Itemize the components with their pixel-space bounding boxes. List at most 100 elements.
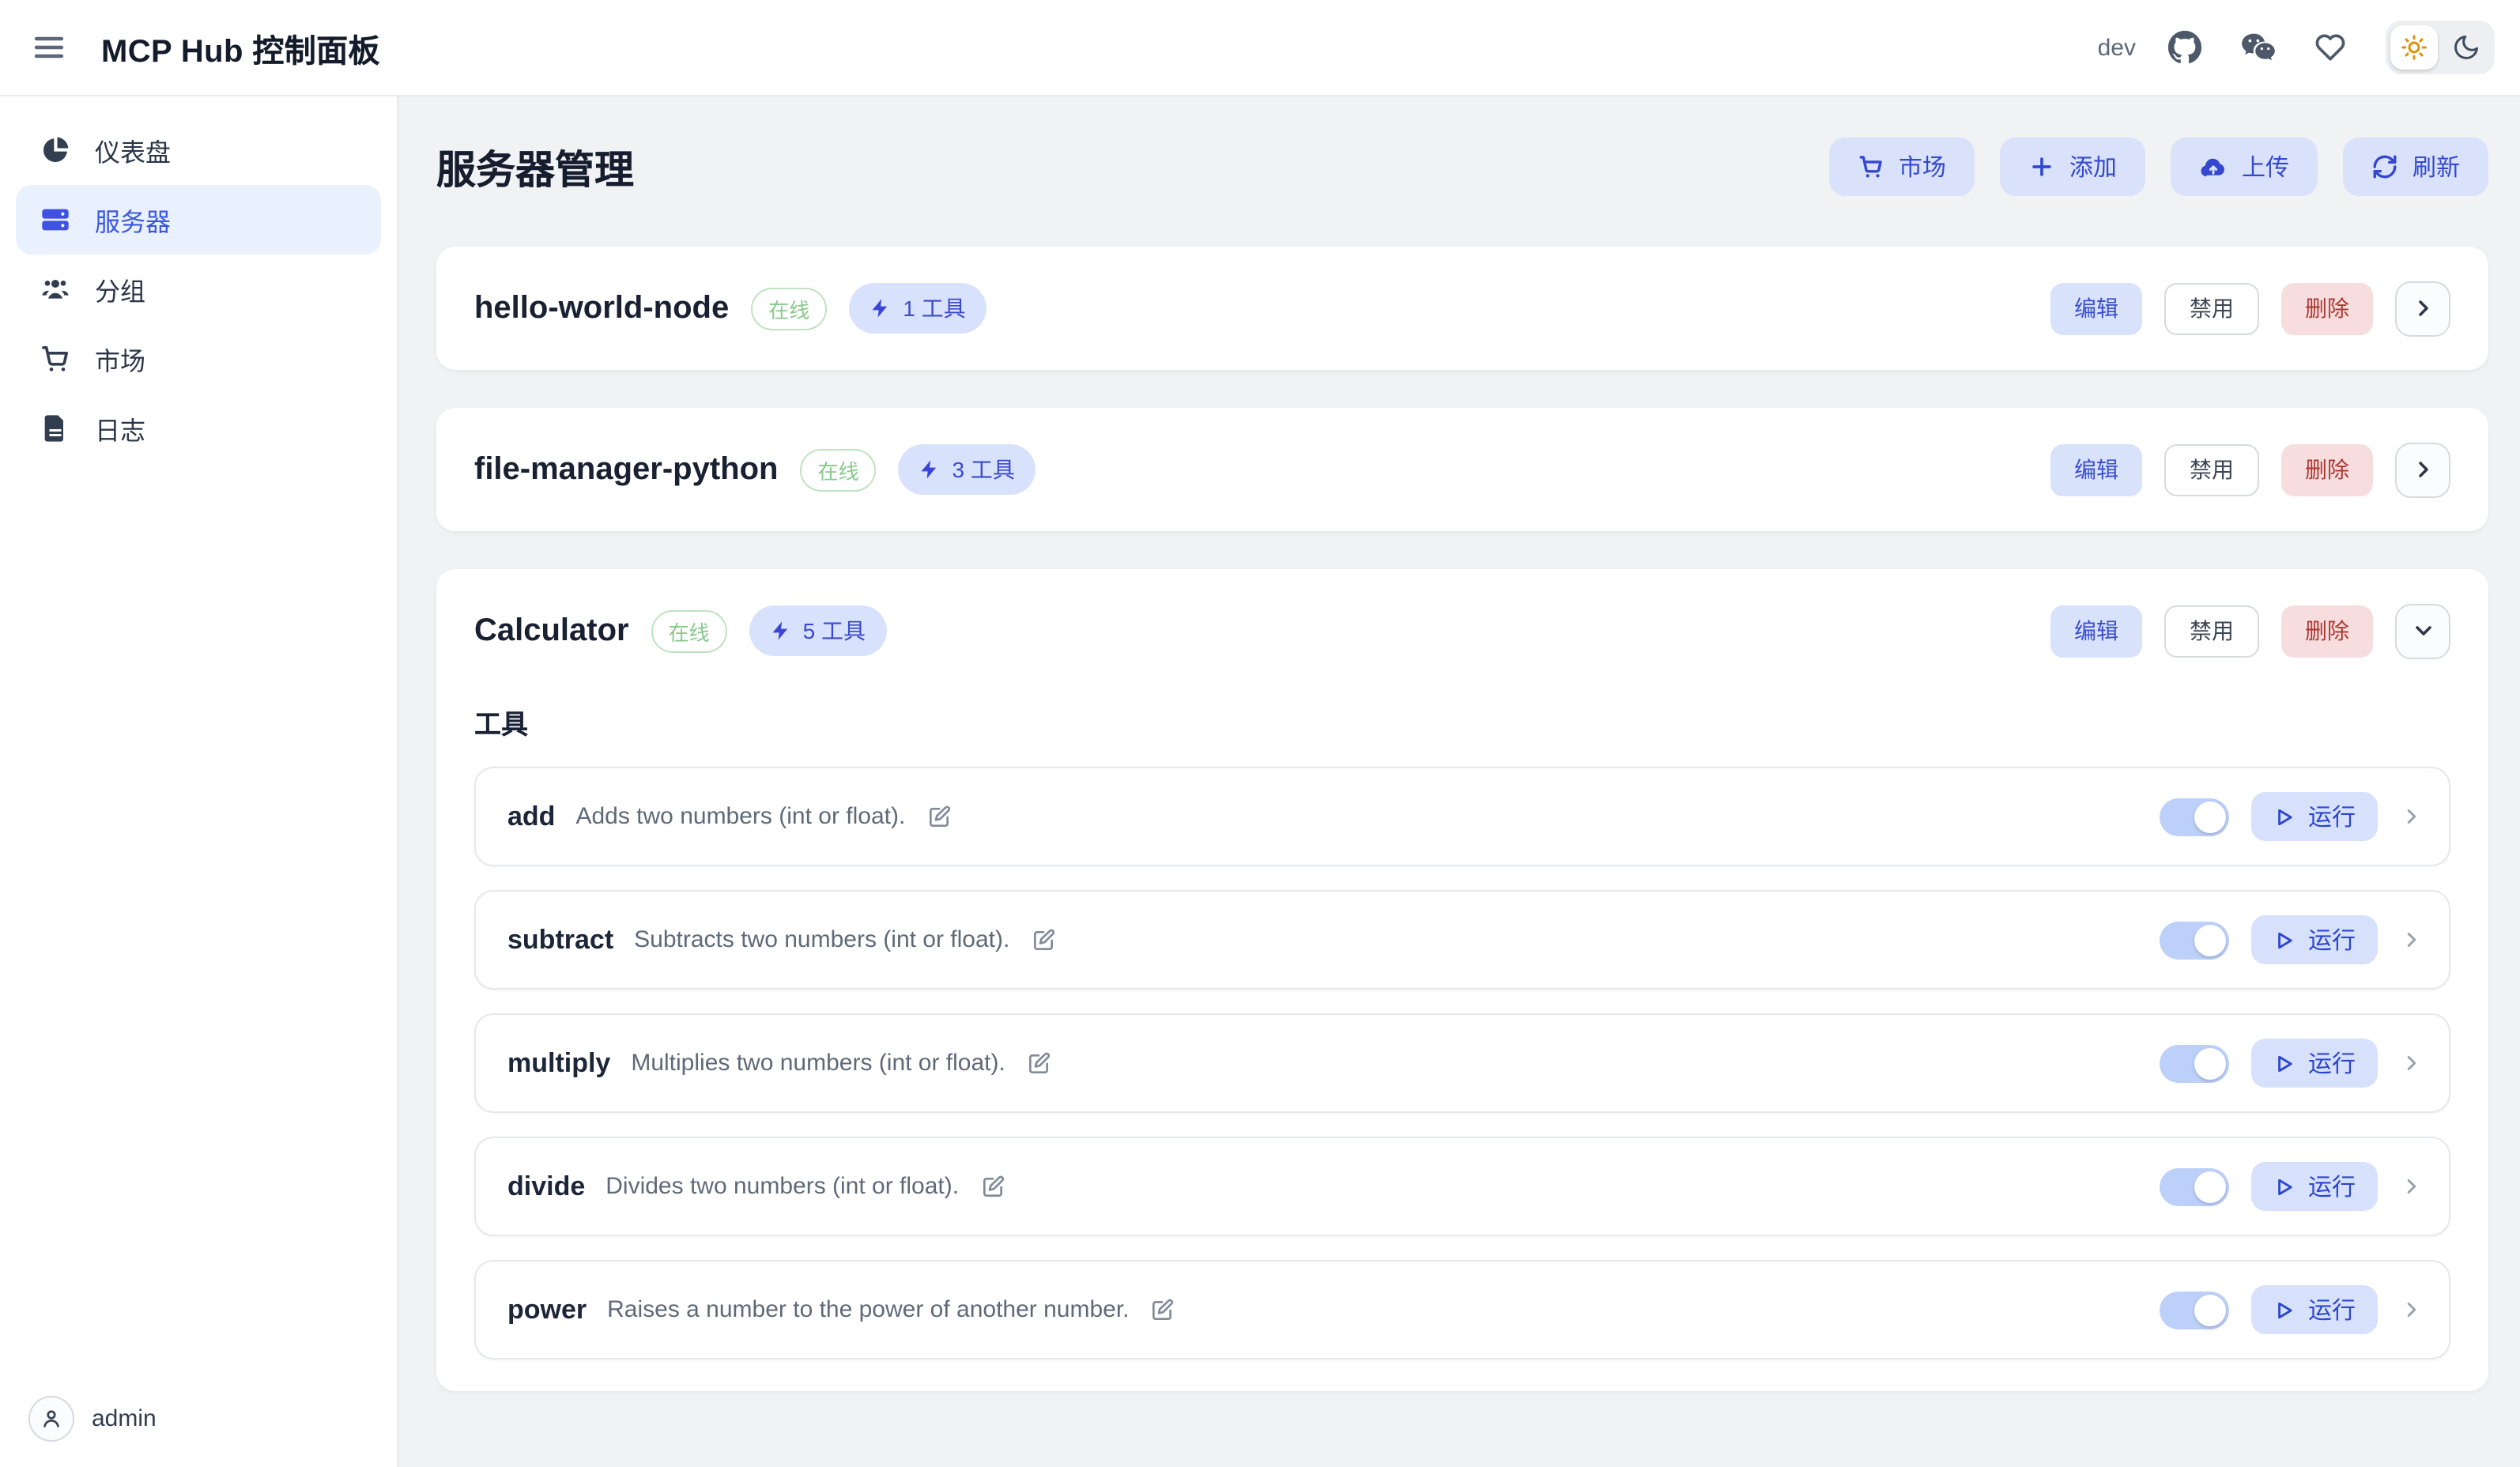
tool-row-multiply: multiply Multiplies two numbers (int or … — [474, 1013, 2450, 1113]
tool-detail-chevron[interactable] — [2400, 1175, 2424, 1198]
app-root: MCP Hub 控制面板 dev 仪表盘 — [0, 0, 2520, 1467]
add-server-button[interactable]: 添加 — [2000, 138, 2145, 196]
edit-server-button[interactable]: 编辑 — [2050, 605, 2142, 657]
delete-server-button[interactable]: 删除 — [2281, 605, 2373, 657]
chevron-right-icon — [2400, 1298, 2424, 1322]
disable-server-button[interactable]: 禁用 — [2164, 605, 2259, 657]
sidebar-user[interactable]: admin — [16, 1386, 381, 1445]
edit-icon — [1150, 1297, 1175, 1322]
edit-tool-button[interactable] — [1030, 927, 1055, 952]
tool-description: Raises a number to the power of another … — [607, 1296, 1129, 1323]
play-icon — [2273, 805, 2296, 828]
edit-icon — [926, 804, 951, 829]
tool-controls: 运行 — [2160, 1162, 2424, 1211]
tool-name: multiply — [507, 1047, 610, 1079]
refresh-icon — [2371, 153, 2398, 180]
tool-name: power — [507, 1294, 587, 1326]
delete-server-button[interactable]: 删除 — [2281, 443, 2373, 496]
collapse-server-button[interactable] — [2395, 603, 2450, 658]
edit-tool-button[interactable] — [926, 804, 951, 829]
edit-tool-button[interactable] — [979, 1174, 1005, 1199]
edit-icon — [1030, 927, 1055, 952]
delete-server-button[interactable]: 删除 — [2281, 282, 2373, 334]
tools-count-badge: 5 工具 — [749, 605, 886, 656]
tool-detail-chevron[interactable] — [2400, 928, 2424, 952]
dark-mode-button[interactable] — [2443, 25, 2490, 70]
bolt-icon — [870, 297, 892, 319]
favorite-button[interactable] — [2307, 24, 2354, 71]
sidebar-item-dashboard[interactable]: 仪表盘 — [16, 115, 381, 185]
page-title: 服务器管理 — [436, 138, 634, 195]
tool-name: divide — [507, 1171, 585, 1202]
page-actions: 市场 添加 上传 刷新 — [1829, 138, 2488, 196]
chevron-right-icon — [2400, 805, 2424, 828]
sidebar-item-label: 市场 — [95, 340, 145, 378]
sidebar-item-label: 服务器 — [95, 201, 171, 239]
menu-button[interactable] — [28, 27, 70, 68]
tool-controls: 运行 — [2160, 1285, 2424, 1334]
disable-server-button[interactable]: 禁用 — [2164, 282, 2259, 334]
server-card-expanded: Calculator 在线 5 工具 编辑 禁用 删除 工具 — [436, 569, 2488, 1391]
edit-tool-button[interactable] — [1150, 1297, 1175, 1322]
tool-enabled-toggle[interactable] — [2160, 1291, 2229, 1329]
users-icon — [40, 273, 71, 305]
menu-icon — [30, 28, 68, 66]
tool-description: Subtracts two numbers (int or float). — [634, 926, 1009, 953]
toggle-knob — [2194, 1047, 2226, 1079]
tools-count-badge: 3 工具 — [899, 444, 1036, 495]
cloud-upload-icon — [2199, 153, 2228, 181]
status-badge: 在线 — [751, 287, 827, 330]
run-tool-button[interactable]: 运行 — [2251, 1285, 2378, 1334]
theme-toggle — [2386, 21, 2495, 74]
sidebar-item-logs[interactable]: 日志 — [16, 394, 381, 463]
status-badge: 在线 — [651, 609, 727, 652]
upload-button[interactable]: 上传 — [2171, 138, 2318, 196]
bolt-icon — [919, 458, 941, 481]
run-tool-button[interactable]: 运行 — [2251, 1039, 2378, 1088]
tool-description: Adds two numbers (int or float). — [575, 803, 905, 830]
sidebar-item-label: 日志 — [95, 409, 145, 447]
market-button[interactable]: 市场 — [1829, 138, 1975, 196]
tool-detail-chevron[interactable] — [2400, 805, 2424, 828]
play-icon — [2273, 1299, 2296, 1321]
document-icon — [40, 413, 71, 444]
run-tool-button[interactable]: 运行 — [2251, 915, 2378, 964]
disable-server-button[interactable]: 禁用 — [2164, 443, 2259, 496]
tools-count-label: 3 工具 — [953, 454, 1015, 485]
app-title: MCP Hub 控制面板 — [101, 25, 380, 70]
chevron-right-icon — [2400, 1051, 2424, 1075]
github-button[interactable] — [2161, 24, 2209, 71]
wechat-button[interactable] — [2234, 24, 2281, 71]
edit-server-button[interactable]: 编辑 — [2050, 282, 2142, 334]
edit-server-button[interactable]: 编辑 — [2050, 443, 2142, 496]
expand-server-button[interactable] — [2395, 442, 2450, 497]
edit-icon — [1026, 1050, 1051, 1076]
server-card-header: Calculator 在线 5 工具 编辑 禁用 删除 — [474, 601, 2450, 661]
toggle-knob — [2194, 801, 2226, 832]
run-tool-button[interactable]: 运行 — [2251, 792, 2378, 841]
tool-detail-chevron[interactable] — [2400, 1051, 2424, 1075]
button-label: 市场 — [1899, 150, 1946, 183]
sidebar-item-market[interactable]: 市场 — [16, 324, 381, 394]
expand-server-button[interactable] — [2395, 281, 2450, 336]
tool-name: subtract — [507, 924, 613, 956]
server-icon — [40, 204, 71, 236]
chevron-down-icon — [2410, 618, 2435, 643]
play-icon — [2273, 1175, 2296, 1197]
tool-description: Divides two numbers (int or float). — [605, 1173, 959, 1200]
tool-enabled-toggle[interactable] — [2160, 1044, 2229, 1082]
server-card-header: hello-world-node 在线 1 工具 编辑 禁用 删除 — [474, 278, 2450, 338]
wechat-icon — [2238, 28, 2277, 67]
run-tool-button[interactable]: 运行 — [2251, 1162, 2378, 1211]
sidebar-item-servers[interactable]: 服务器 — [16, 185, 381, 255]
refresh-button[interactable]: 刷新 — [2343, 138, 2488, 196]
light-mode-button[interactable] — [2390, 25, 2438, 70]
tool-enabled-toggle[interactable] — [2160, 921, 2229, 959]
tool-enabled-toggle[interactable] — [2160, 798, 2229, 835]
play-icon — [2273, 1052, 2296, 1074]
tool-detail-chevron[interactable] — [2400, 1298, 2424, 1322]
sidebar-item-groups[interactable]: 分组 — [16, 255, 381, 324]
edit-tool-button[interactable] — [1026, 1050, 1051, 1076]
heart-icon — [2313, 30, 2348, 65]
tool-enabled-toggle[interactable] — [2160, 1167, 2229, 1205]
